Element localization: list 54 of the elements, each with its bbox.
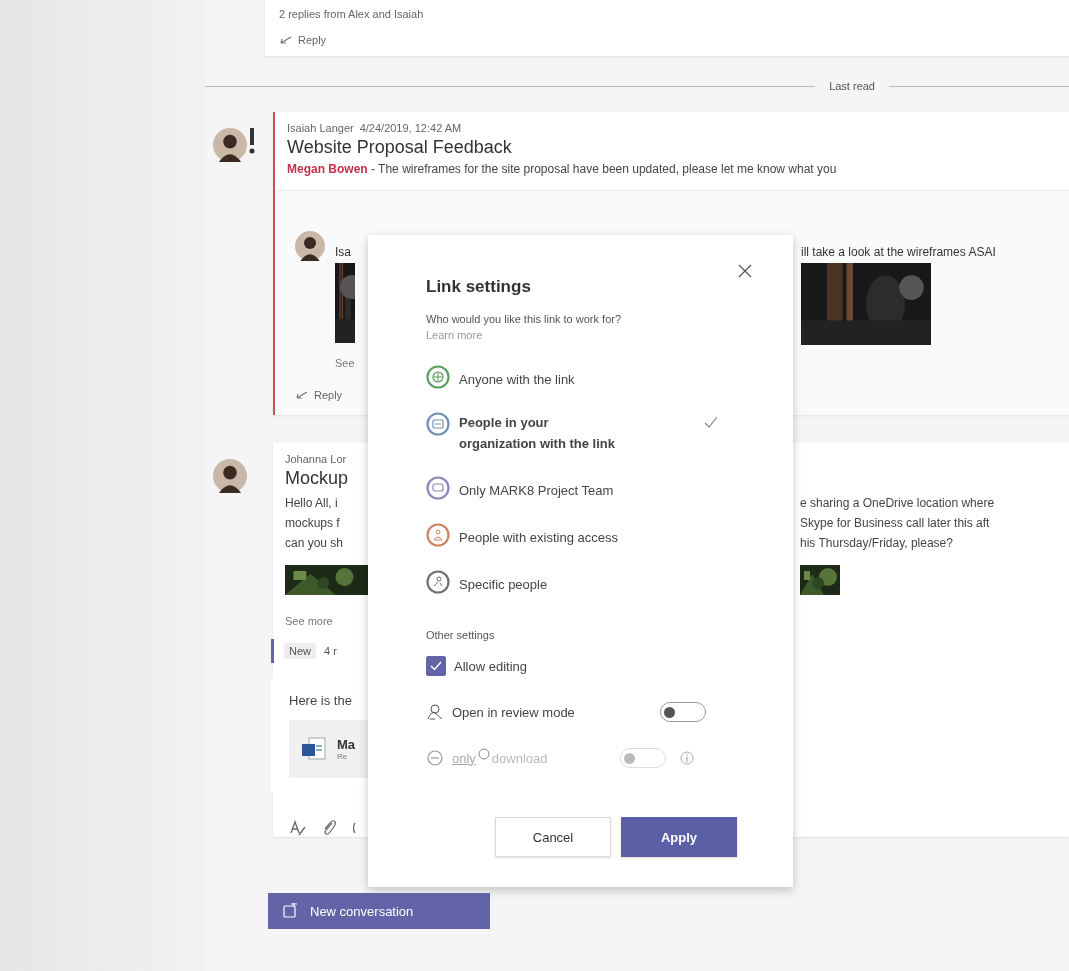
link-option[interactable]: Specific people xyxy=(426,570,737,595)
checkmark-icon xyxy=(704,416,718,428)
dialog-prompt: Who would you like this link to work for? xyxy=(426,313,623,325)
format-icon[interactable] xyxy=(289,819,307,837)
apply-button[interactable]: Apply xyxy=(621,817,737,857)
section-label: Other settings xyxy=(426,629,496,641)
checkbox[interactable] xyxy=(426,656,446,676)
message-text: Hello All, i xyxy=(285,495,339,512)
file-detail: Re xyxy=(337,752,349,761)
document-icon xyxy=(301,737,327,761)
person-icon xyxy=(426,703,444,721)
message-text: e sharing a OneDrive location where xyxy=(800,495,996,512)
file-name: Ma xyxy=(337,737,356,752)
draft-text: Here is the xyxy=(289,693,353,708)
reply-icon xyxy=(279,34,293,46)
reply-icon xyxy=(295,389,309,401)
timestamp: 4/24/2019, 12:42 AM xyxy=(359,122,462,134)
avatar xyxy=(213,128,247,162)
avatar xyxy=(295,231,325,261)
cancel-button[interactable]: Cancel xyxy=(495,817,611,857)
checkmark-icon xyxy=(430,661,442,671)
circle-icon xyxy=(477,748,490,760)
last-read-label: Last read xyxy=(829,80,875,92)
replies-summary[interactable]: 2 replies from Alex and Isaiah xyxy=(279,8,1055,20)
close-icon[interactable] xyxy=(738,264,752,278)
message-text: Isa xyxy=(335,245,352,259)
new-badge: New xyxy=(284,643,316,659)
link-option[interactable]: Anyone with the link xyxy=(426,365,737,390)
block-icon xyxy=(426,749,444,767)
dialog-title: Link settings xyxy=(426,277,532,297)
reply-count[interactable]: 4 r xyxy=(324,645,337,657)
toggle-label: only xyxy=(452,750,476,766)
message-text: Skype for Business call later this aft xyxy=(800,515,991,532)
checkbox-label: Allow editing xyxy=(454,658,527,674)
author-name: Johanna Lor xyxy=(285,453,347,465)
message-preview: Megan Bowen - The wireframes for the site proposal have been updated, please let me know what you xyxy=(287,162,838,176)
reply-button[interactable]: Reply xyxy=(295,389,343,401)
paperclip-icon[interactable] xyxy=(321,819,337,837)
message-text: mockups f xyxy=(285,515,341,532)
author-name: Isaiah Langer xyxy=(287,122,354,134)
message-text: can you sh xyxy=(285,535,345,552)
new-conversation-button[interactable]: New conversation xyxy=(268,893,490,929)
link-option[interactable]: Only MARK8 Project Team xyxy=(426,476,737,501)
toggle-label: Open in review mode xyxy=(452,704,575,720)
message-text: ill take a look at the wireframes ASAI xyxy=(801,245,996,259)
toggle-label: download xyxy=(491,750,548,766)
message-subject: Website Proposal Feedback xyxy=(287,137,513,158)
link-option[interactable]: People with existing access xyxy=(426,523,737,548)
message-subject: Mockup xyxy=(285,468,349,489)
reply-button[interactable]: Reply xyxy=(279,34,327,46)
link-option[interactable]: People in your organization with the link xyxy=(426,412,737,454)
message-text: his Thursday/Friday, please? xyxy=(800,535,954,552)
avatar xyxy=(213,459,247,493)
compose-icon xyxy=(282,903,298,919)
